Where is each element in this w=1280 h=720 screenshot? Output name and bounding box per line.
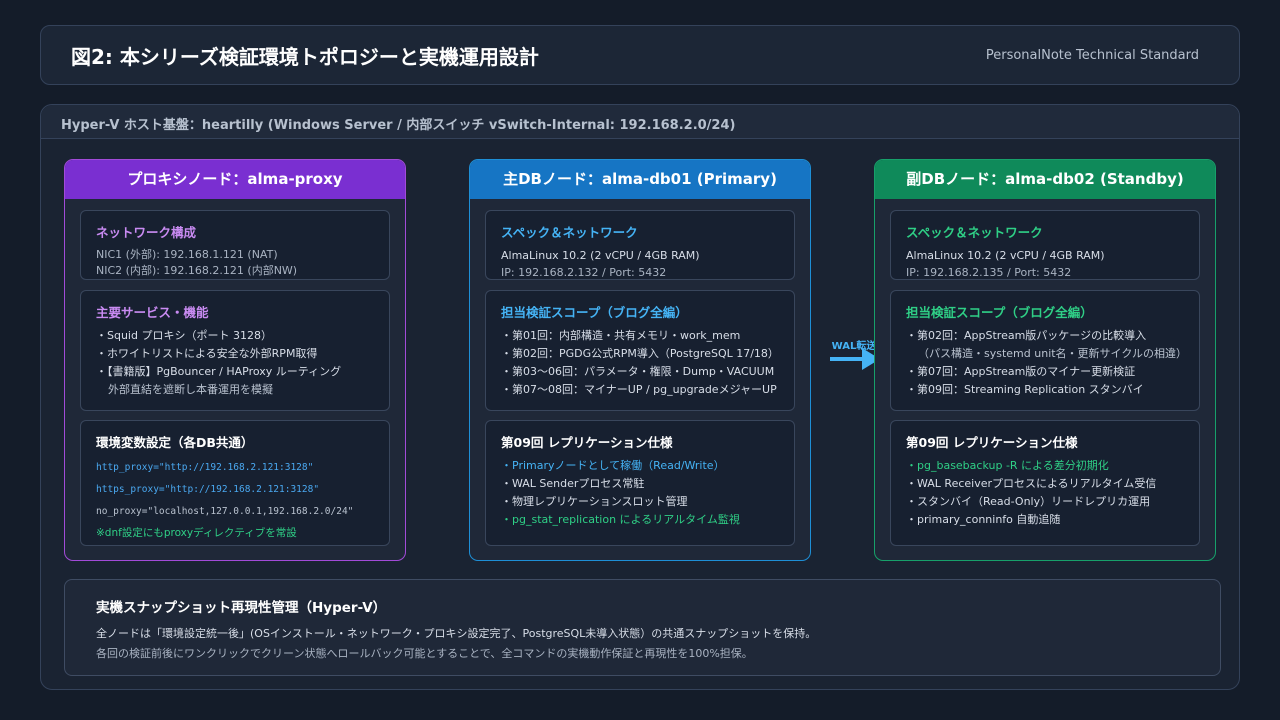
host-label: Hyper-V ホスト基盤：heartilly (Windows Server … — [61, 118, 736, 133]
list-item: ・WAL Receiverプロセスによるリアルタイム受信 — [906, 477, 1157, 490]
list-item: ・第02回：AppStream版パッケージの比較導入 — [906, 329, 1147, 342]
proxy-node-title: プロキシノード：alma-proxy — [65, 160, 405, 199]
card-title: 環境変数設定（各DB共通） — [96, 435, 254, 450]
list-item: ・Squid プロキシ（ポート 3128） — [96, 329, 272, 342]
list-item: ・Primaryノードとして稼働（Read/Write） — [501, 459, 725, 472]
card-title: 担当検証スコープ（ブログ全編） — [501, 305, 688, 320]
proxy-env-card: 環境変数設定（各DB共通） http_proxy="http://192.168… — [80, 420, 390, 546]
note-text: ※dnf設定にもproxyディレクティブを常設 — [96, 527, 297, 539]
ip-line: IP: 192.168.2.132 / Port: 5432 — [501, 266, 667, 279]
standby-node: 副DBノード：alma-db02 (Standby) スペック＆ネットワーク A… — [874, 159, 1216, 561]
list-item: ・第03〜06回：パラメータ・権限・Dump・VACUUM — [501, 365, 775, 378]
proxy-network-card: ネットワーク構成 NIC1 (外部): 192.168.1.121 (NAT) … — [80, 210, 390, 280]
list-item: ・物理レプリケーションスロット管理 — [501, 495, 688, 508]
code-line: no_proxy="localhost,127.0.0.1,192.168.2.… — [96, 506, 354, 517]
list-item: ・スタンバイ（Read-Only）リードレプリカ運用 — [906, 495, 1151, 508]
brand-label: PersonalNote Technical Standard — [985, 48, 1199, 63]
list-item: ・ホワイトリストによる安全な外部RPM取得 — [96, 347, 318, 360]
card-title: 第09回 レプリケーション仕様 — [501, 435, 673, 450]
proxy-services-card: 主要サービス・機能 ・Squid プロキシ（ポート 3128） ・ホワイトリスト… — [80, 290, 390, 411]
list-item: 外部直結を遮断し本番運用を模擬 — [108, 383, 273, 396]
host-bar: Hyper-V ホスト基盤：heartilly (Windows Server … — [41, 105, 1239, 139]
ip-line: IP: 192.168.2.135 / Port: 5432 — [906, 266, 1072, 279]
card-title: スペック＆ネットワーク — [906, 225, 1043, 240]
nic2-line: NIC2 (内部): 192.168.2.121 (内部NW) — [96, 264, 298, 277]
nic1-line: NIC1 (外部): 192.168.1.121 (NAT) — [96, 248, 278, 261]
list-item: ・【書籍版】PgBouncer / HAProxy ルーティング — [96, 365, 342, 378]
list-item: ・第09回：Streaming Replication スタンバイ — [906, 383, 1144, 396]
list-item: ・第01回：内部構造・共有メモリ・work_mem — [501, 329, 741, 342]
primary-repl-card: 第09回 レプリケーション仕様 ・Primaryノードとして稼働（Read/Wr… — [485, 420, 795, 546]
list-item: ・第07〜08回：マイナーUP / pg_upgradeメジャーUP — [501, 383, 777, 396]
snapshot-title: 実機スナップショット再現性管理（Hyper-V） — [96, 600, 387, 616]
card-title: 主要サービス・機能 — [96, 305, 209, 320]
list-item: ・第02回：PGDG公式RPM導入（PostgreSQL 17/18） — [501, 347, 779, 360]
standby-spec-card: スペック＆ネットワーク AlmaLinux 10.2 (2 vCPU / 4GB… — [890, 210, 1200, 280]
list-item: ・pg_stat_replication によるリアルタイム監視 — [501, 513, 740, 526]
list-item: ・pg_basebackup -R による差分初期化 — [906, 459, 1109, 472]
primary-node-title: 主DBノード：alma-db01 (Primary) — [470, 160, 810, 199]
page-title: 図2: 本シリーズ検証環境トポロジーと実機運用設計 — [71, 45, 539, 69]
proxy-node: プロキシノード：alma-proxy ネットワーク構成 NIC1 (外部): 1… — [64, 159, 406, 561]
primary-spec-card: スペック＆ネットワーク AlmaLinux 10.2 (2 vCPU / 4GB… — [485, 210, 795, 280]
snapshot-panel: 実機スナップショット再現性管理（Hyper-V） 全ノードは「環境設定統一後」(… — [64, 579, 1221, 676]
card-title: 第09回 レプリケーション仕様 — [906, 435, 1078, 450]
primary-node: 主DBノード：alma-db01 (Primary) スペック＆ネットワーク A… — [469, 159, 811, 561]
snapshot-line-2: 各回の検証前後にワンクリックでクリーン状態へロールバック可能とすることで、全コマ… — [96, 647, 753, 660]
primary-scope-card: 担当検証スコープ（ブログ全編） ・第01回：内部構造・共有メモリ・work_me… — [485, 290, 795, 411]
list-item: （パス構造・systemd unit名・更新サイクルの相違） — [918, 347, 1188, 360]
code-line: https_proxy="http://192.168.2.121:3128" — [96, 484, 320, 495]
list-item: ・primary_conninfo 自動追随 — [906, 513, 1061, 526]
code-line: http_proxy="http://192.168.2.121:3128" — [96, 462, 314, 473]
card-title: スペック＆ネットワーク — [501, 225, 638, 240]
standby-repl-card: 第09回 レプリケーション仕様 ・pg_basebackup -R による差分初… — [890, 420, 1200, 546]
card-title: 担当検証スコープ（ブログ全編） — [906, 305, 1093, 320]
standby-scope-card: 担当検証スコープ（ブログ全編） ・第02回：AppStream版パッケージの比較… — [890, 290, 1200, 411]
list-item: ・WAL Senderプロセス常駐 — [501, 477, 645, 490]
snapshot-line-1: 全ノードは「環境設定統一後」(OSインストール・ネットワーク・プロキシ設定完了、… — [96, 627, 817, 640]
header: 図2: 本シリーズ検証環境トポロジーと実機運用設計 PersonalNote T… — [40, 25, 1240, 85]
standby-node-title: 副DBノード：alma-db02 (Standby) — [875, 160, 1215, 199]
spec-line: AlmaLinux 10.2 (2 vCPU / 4GB RAM) — [906, 249, 1105, 262]
card-title: ネットワーク構成 — [96, 225, 197, 240]
spec-line: AlmaLinux 10.2 (2 vCPU / 4GB RAM) — [501, 249, 700, 262]
list-item: ・第07回：AppStream版のマイナー更新検証 — [906, 365, 1136, 378]
